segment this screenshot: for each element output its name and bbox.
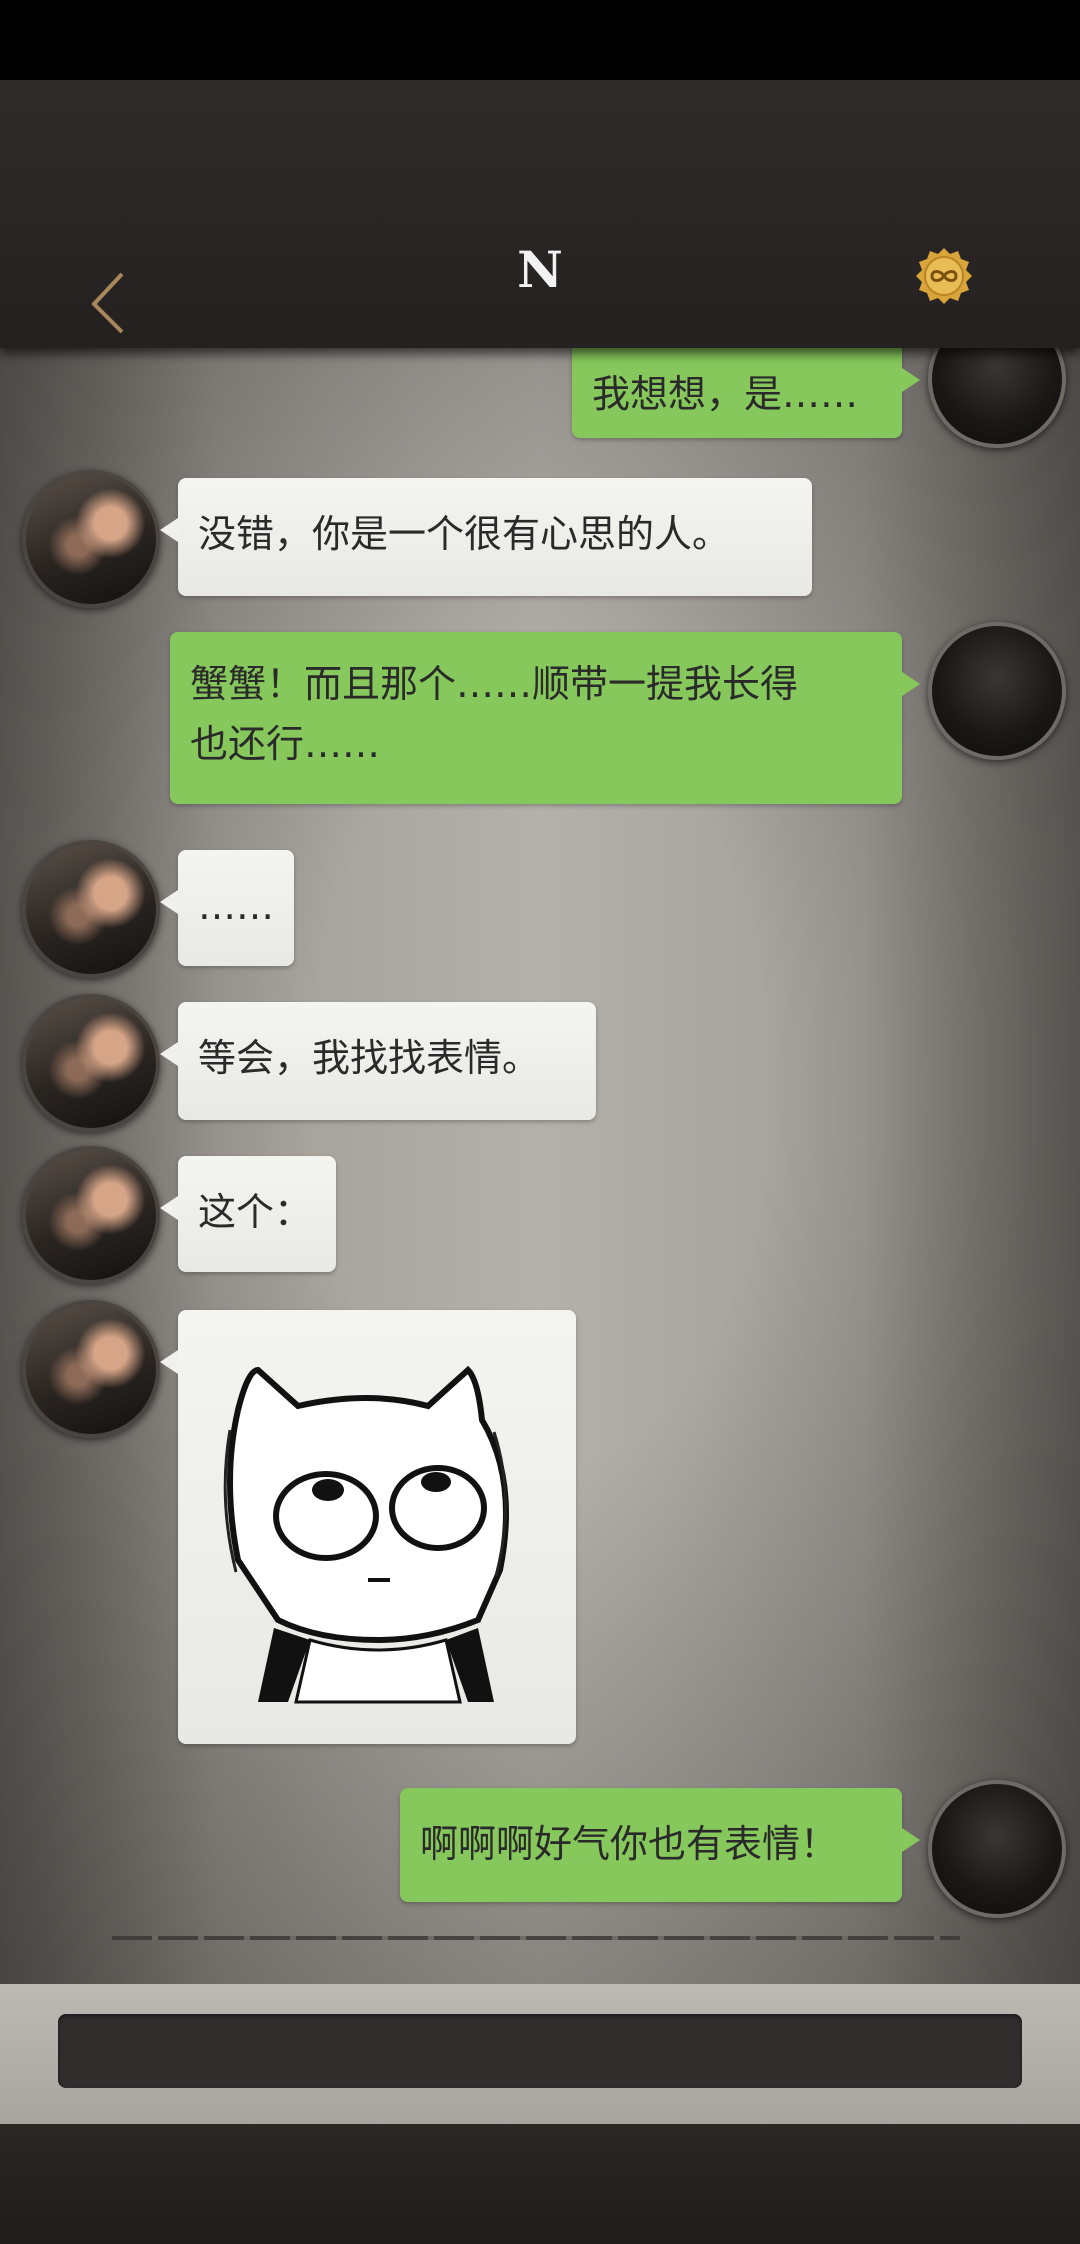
contact-avatar[interactable] (22, 840, 160, 978)
message-bubble-received: 这个： (160, 1156, 336, 1272)
contact-avatar[interactable] (22, 1146, 160, 1284)
contact-avatar[interactable] (22, 994, 160, 1132)
message-input[interactable] (58, 2014, 1022, 2088)
message-text: 啊啊啊好气你也有表情！ (420, 1822, 839, 1866)
message-bubble-sent: 我想想，是…… (572, 348, 920, 438)
message-bubble-received: 没错，你是一个很有心思的人。 (160, 478, 812, 596)
my-avatar[interactable] (928, 348, 1066, 448)
message-text: …… (198, 884, 274, 928)
infinity-coin-icon (916, 248, 972, 304)
message-text: 我想想，是…… (592, 372, 859, 416)
cat-rolling-eyes-sticker (223, 1365, 509, 1704)
my-avatar[interactable] (928, 1780, 1066, 1918)
message-text: 没错，你是一个很有心思的人。 (198, 512, 731, 556)
message-text-line-1: 蟹蟹！而且那个……顺带一提我长得 (190, 662, 799, 706)
top-bar (0, 80, 1080, 348)
sticker-bubble[interactable] (160, 1310, 576, 1744)
contact-avatar[interactable] (22, 1300, 160, 1438)
status-bar (0, 0, 1080, 80)
message-text-line-2: 也还行…… (190, 722, 381, 766)
input-area (0, 1984, 1080, 2124)
divider-line (112, 1936, 960, 1940)
message-text: 等会，我找找表情。 (198, 1036, 541, 1080)
message-bubble-sent: 啊啊啊好气你也有表情！ (400, 1788, 920, 1902)
my-avatar[interactable] (928, 622, 1066, 760)
message-text: 这个： (198, 1190, 313, 1234)
bottom-bar (0, 2124, 1080, 2244)
message-bubble-received: …… (160, 850, 294, 966)
message-bubble-received: 等会，我找找表情。 (160, 1002, 596, 1120)
message-bubble-sent: 蟹蟹！而且那个……顺带一提我长得 也还行…… (170, 632, 920, 804)
chat-area[interactable]: 我想想，是…… 没错，你是一个很有心思的人。 蟹蟹！而且那个……顺带一提我长得 … (0, 348, 1080, 1984)
coin-button[interactable] (914, 246, 974, 306)
contact-avatar[interactable] (22, 470, 160, 608)
